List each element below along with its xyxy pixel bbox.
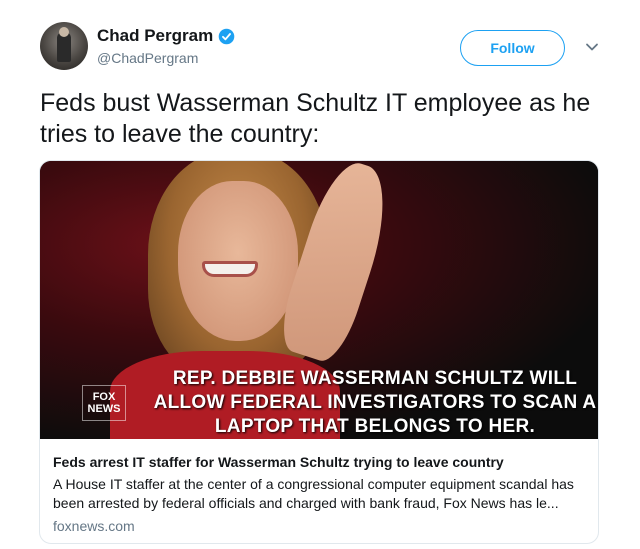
follow-button[interactable]: Follow — [460, 30, 565, 66]
author-display-name[interactable]: Chad Pergram — [97, 26, 213, 46]
author-handle[interactable]: @ChadPergram — [97, 50, 198, 66]
news-logo: FOX NEWS — [82, 385, 126, 421]
link-card[interactable]: FOX NEWS REP. DEBBIE WASSERMAN SCHULTZ W… — [39, 160, 599, 544]
chevron-down-icon[interactable] — [585, 40, 599, 54]
card-image[interactable]: FOX NEWS REP. DEBBIE WASSERMAN SCHULTZ W… — [40, 161, 598, 439]
verified-badge-icon — [218, 28, 235, 44]
avatar-head — [59, 27, 69, 37]
card-title[interactable]: Feds arrest IT staffer for Wasserman Sch… — [53, 453, 585, 472]
tweet-text: Feds bust Wasserman Schultz IT employee … — [40, 89, 591, 148]
image-subject-mouth — [202, 261, 258, 277]
avatar[interactable] — [40, 22, 88, 70]
card-body[interactable]: Feds arrest IT staffer for Wasserman Sch… — [40, 439, 598, 534]
author-name-row[interactable]: Chad Pergram — [97, 26, 235, 46]
card-description: A House IT staffer at the center of a co… — [53, 476, 574, 511]
card-domain: foxnews.com — [53, 518, 135, 534]
image-caption: REP. DEBBIE WASSERMAN SCHULTZ WILL ALLOW… — [153, 368, 597, 437]
